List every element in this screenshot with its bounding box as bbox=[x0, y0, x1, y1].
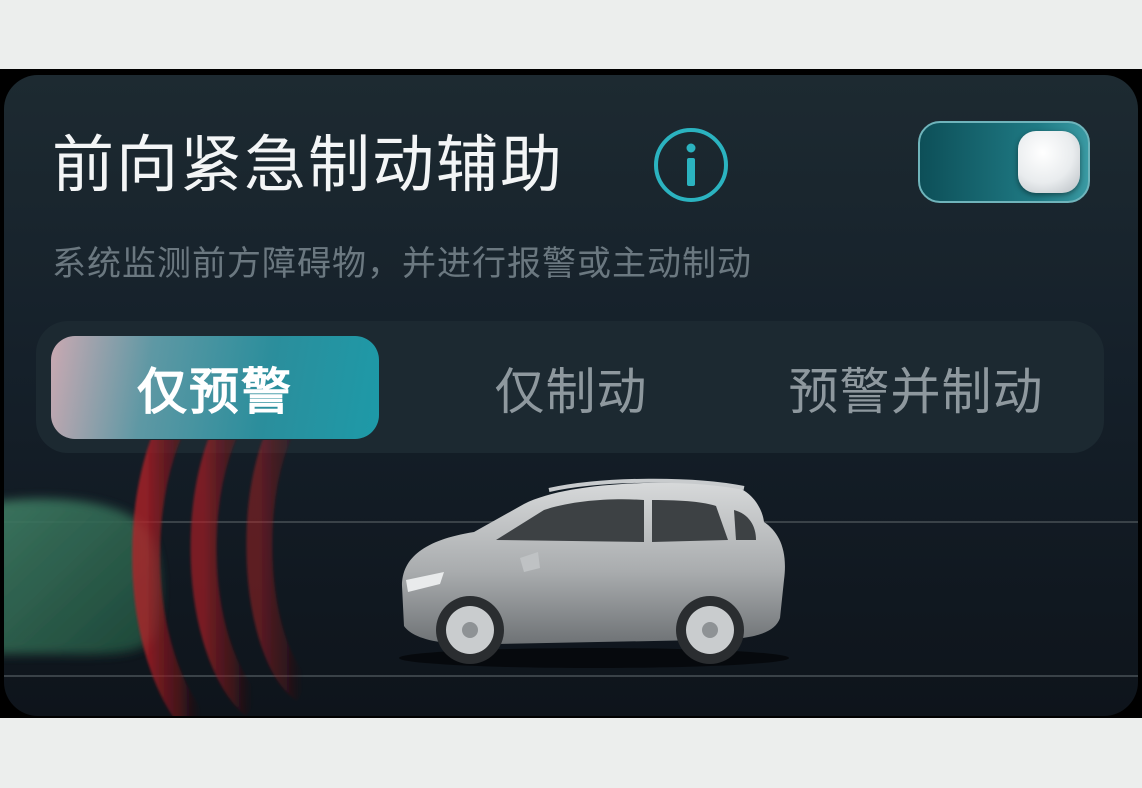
toggle-knob bbox=[1018, 131, 1080, 193]
radar-warning-waves bbox=[132, 440, 312, 716]
feature-title: 前向紧急制动辅助 bbox=[52, 128, 565, 201]
mode-selector: 仅预警 仅制动 预警并制动 bbox=[36, 321, 1104, 453]
app-window: 前向紧急制动辅助 系统监测前方障碍物，并进行报警或主动制动 仅预警 仅制动 预警… bbox=[0, 0, 1142, 788]
feature-toggle[interactable] bbox=[918, 121, 1090, 203]
ego-car bbox=[399, 478, 789, 668]
mode-option-warning-and-brake[interactable]: 预警并制动 bbox=[751, 336, 1081, 439]
collision-scene-illustration bbox=[4, 440, 1138, 716]
info-icon[interactable] bbox=[652, 126, 730, 204]
mode-option-warning-only[interactable]: 仅预警 bbox=[51, 336, 379, 439]
mode-option-brake-only[interactable]: 仅制动 bbox=[431, 336, 711, 439]
feature-description: 系统监测前方障碍物，并进行报警或主动制动 bbox=[52, 244, 752, 284]
bottom-bezel bbox=[0, 718, 1142, 788]
top-bezel bbox=[0, 0, 1142, 69]
